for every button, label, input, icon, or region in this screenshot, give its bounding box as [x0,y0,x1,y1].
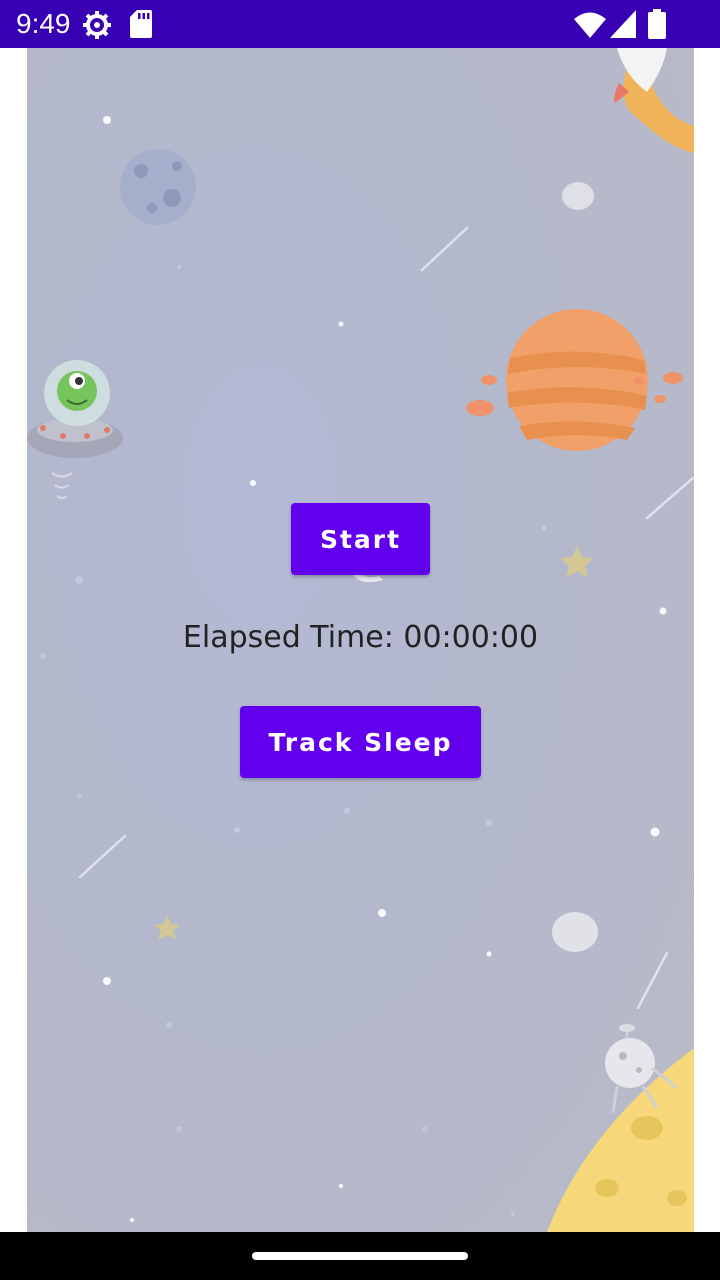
main-content: Start Elapsed Time: 00:00:00 Track Sleep [27,48,694,1232]
start-button[interactable]: Start [291,503,430,575]
battery-icon [648,9,666,39]
track-sleep-button[interactable]: Track Sleep [240,706,481,778]
right-margin [694,48,720,1232]
navigation-bar [0,1232,720,1280]
home-gesture-handle[interactable] [252,1252,468,1260]
status-bar: 9:49 [0,0,720,48]
sd-card-icon [130,10,152,38]
left-margin [0,48,27,1232]
status-time: 9:49 [16,8,71,39]
signal-icon [610,10,636,38]
gear-icon [83,11,111,39]
elapsed-time-label: Elapsed Time: 00:00:00 [182,620,539,655]
wifi-icon [574,12,606,38]
